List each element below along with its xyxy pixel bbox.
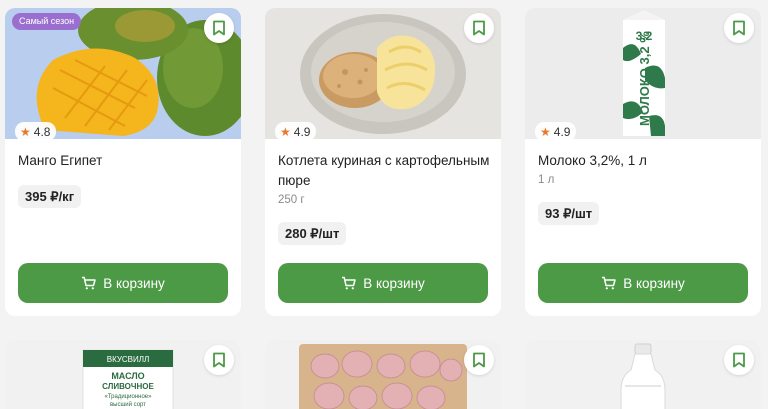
- butter-line2-text: СЛИВОЧНОЕ: [102, 382, 154, 391]
- product-weight: 1 л: [538, 174, 555, 186]
- product-card-milk[interactable]: 3,2 МОЛОКО 3,2 % ★ 4.9 Молоко 3,2%, 1 л …: [525, 8, 761, 316]
- product-card-cutlet[interactable]: ★ 4.9 Котлета куриная с картофельным пюр…: [265, 8, 501, 316]
- bookmark-icon[interactable]: [464, 13, 494, 43]
- bookmark-icon[interactable]: [724, 13, 754, 43]
- add-to-cart-button[interactable]: В корзину: [18, 263, 228, 303]
- add-to-cart-button[interactable]: В корзину: [538, 263, 748, 303]
- kefir-bottle-photo: [525, 340, 761, 409]
- rating-value: 4.8: [33, 124, 51, 139]
- star-icon: ★: [280, 124, 291, 139]
- carton-label-text: МОЛОКО 3,2 %: [637, 31, 652, 126]
- rating-badge: ★ 4.8: [15, 122, 57, 141]
- bookmark-icon[interactable]: [724, 345, 754, 375]
- product-image-butter[interactable]: ВКУСВИЛЛ МАСЛО СЛИВОЧНОЕ «Традиционное» …: [5, 340, 241, 409]
- add-to-cart-button[interactable]: В корзину: [278, 263, 488, 303]
- butter-line4-text: высший сорт: [110, 401, 146, 408]
- butter-line3-text: «Традиционное»: [105, 394, 153, 400]
- price-tag: 280 ₽/шт: [278, 222, 347, 245]
- add-to-cart-label: В корзину: [623, 275, 685, 291]
- add-to-cart-label: В корзину: [363, 275, 425, 291]
- rating-value: 4.9: [293, 124, 311, 139]
- product-card-kefir[interactable]: [525, 340, 761, 409]
- chicken-photo: [265, 340, 501, 409]
- product-image-kefir[interactable]: [525, 340, 761, 409]
- star-icon: ★: [540, 124, 551, 139]
- season-badge: Самый сезон: [12, 13, 82, 30]
- product-image-chicken[interactable]: [265, 340, 501, 409]
- price-tag: 93 ₽/шт: [538, 202, 600, 225]
- bookmark-icon[interactable]: [204, 345, 234, 375]
- cart-icon: [82, 276, 96, 290]
- product-card-chicken[interactable]: [265, 340, 501, 409]
- rating-badge: ★ 4.9: [275, 122, 317, 141]
- cart-icon: [602, 276, 616, 290]
- star-icon: ★: [20, 124, 31, 139]
- product-title[interactable]: Манго Египет: [18, 151, 230, 171]
- product-card-mango[interactable]: Самый сезон ★ 4.8 Манго Египет 395 ₽/кг …: [5, 8, 241, 316]
- butter-photo: ВКУСВИЛЛ МАСЛО СЛИВОЧНОЕ «Традиционное» …: [5, 340, 241, 409]
- rating-badge: ★ 4.9: [535, 122, 577, 141]
- bookmark-icon[interactable]: [204, 13, 234, 43]
- add-to-cart-label: В корзину: [103, 275, 165, 291]
- butter-brand-text: ВКУСВИЛЛ: [107, 355, 150, 364]
- rating-value: 4.9: [553, 124, 571, 139]
- product-title[interactable]: Молоко 3,2%, 1 л: [538, 151, 750, 171]
- product-card-butter[interactable]: ВКУСВИЛЛ МАСЛО СЛИВОЧНОЕ «Традиционное» …: [5, 340, 241, 409]
- price-tag: 395 ₽/кг: [18, 185, 82, 208]
- product-weight: 250 г: [278, 194, 305, 206]
- bookmark-icon[interactable]: [464, 345, 494, 375]
- product-title[interactable]: Котлета куриная с картофельным пюре: [278, 151, 490, 191]
- butter-line1-text: МАСЛО: [111, 371, 144, 381]
- cart-icon: [342, 276, 356, 290]
